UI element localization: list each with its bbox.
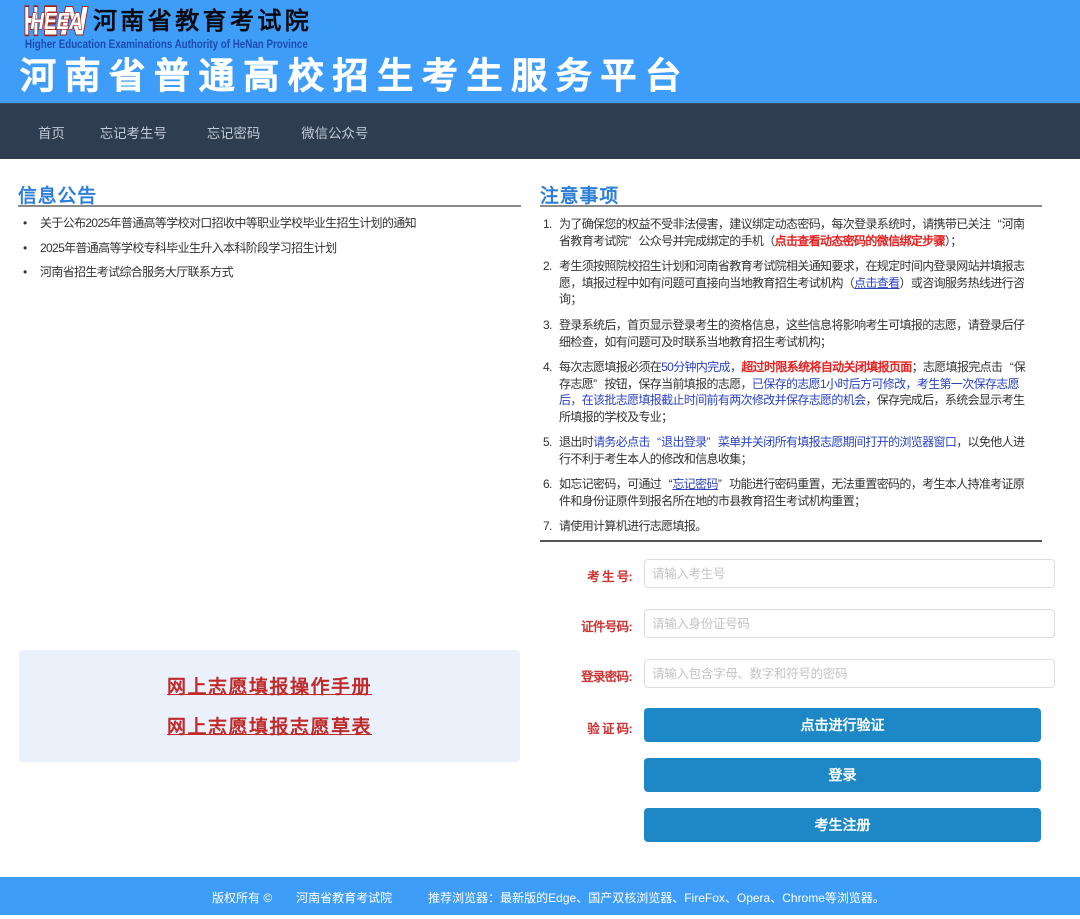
svg-text:HEEA: HEEA	[30, 9, 82, 34]
